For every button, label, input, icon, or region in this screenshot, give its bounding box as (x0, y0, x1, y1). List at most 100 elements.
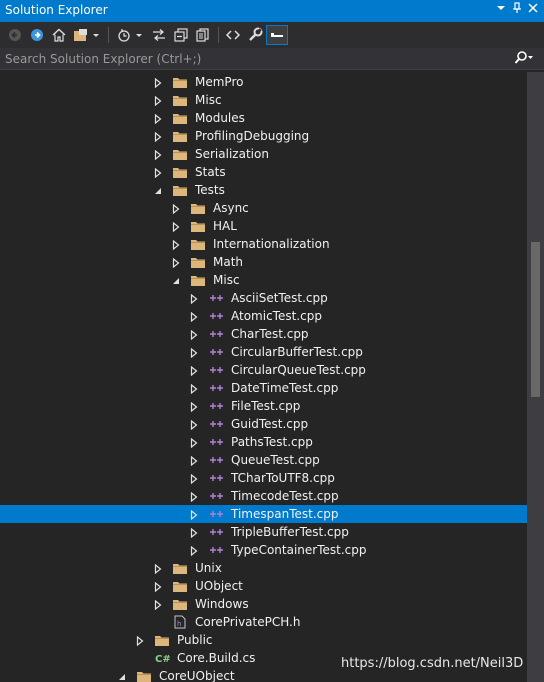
search-box[interactable] (0, 48, 544, 70)
tree-item[interactable]: Windows (0, 595, 527, 613)
collapsed-arrow-icon[interactable] (153, 581, 163, 593)
collapsed-arrow-icon[interactable] (171, 239, 181, 251)
collapsed-arrow-icon[interactable] (189, 491, 199, 503)
back-icon[interactable] (5, 25, 25, 45)
tree-item[interactable]: CharTest.cpp (0, 325, 527, 343)
tree-item[interactable]: FileTest.cpp (0, 397, 527, 415)
collapsed-arrow-icon[interactable] (153, 77, 163, 89)
show-all-files-icon[interactable] (193, 25, 213, 45)
dropdown-icon[interactable] (493, 2, 509, 18)
collapsed-arrow-icon[interactable] (153, 167, 163, 179)
toolbar-separator (218, 27, 219, 43)
collapsed-arrow-icon[interactable] (189, 401, 199, 413)
close-icon[interactable] (525, 2, 541, 18)
collapsed-arrow-icon[interactable] (189, 365, 199, 377)
tree-item[interactable]: TypeContainerTest.cpp (0, 541, 527, 559)
tree-item[interactable]: DateTimeTest.cpp (0, 379, 527, 397)
tree-item[interactable]: TimespanTest.cpp (0, 505, 527, 523)
tree-item-label: AtomicTest.cpp (231, 309, 322, 323)
tree-item[interactable]: GuidTest.cpp (0, 415, 527, 433)
collapsed-arrow-icon[interactable] (153, 599, 163, 611)
collapsed-arrow-icon[interactable] (189, 455, 199, 467)
tree-item[interactable]: CircularBufferTest.cpp (0, 343, 527, 361)
tree-item[interactable]: MemPro (0, 73, 527, 91)
tree-item[interactable]: Internationalization (0, 235, 527, 253)
collapsed-arrow-icon[interactable] (135, 635, 145, 647)
search-icon[interactable] (514, 51, 534, 68)
tree-item[interactable]: PathsTest.cpp (0, 433, 527, 451)
collapse-all-icon[interactable] (171, 25, 191, 45)
sync-active-document-icon[interactable] (149, 25, 169, 45)
folder-icon (136, 669, 152, 682)
vertical-scrollbar[interactable] (527, 72, 544, 682)
tree-item[interactable]: TimecodeTest.cpp (0, 487, 527, 505)
cpp-file-icon (208, 453, 224, 467)
tree-item[interactable]: h CorePrivatePCH.h (0, 613, 527, 631)
switch-views-icon[interactable] (72, 25, 102, 45)
tree-item-label: TimespanTest.cpp (231, 507, 339, 521)
search-input[interactable] (0, 48, 510, 69)
folder-icon (172, 579, 188, 593)
tree-item[interactable]: Serialization (0, 145, 527, 163)
tree-item-label: Misc (195, 93, 222, 107)
tree-item[interactable]: Misc (0, 271, 527, 289)
properties-icon[interactable] (245, 25, 265, 45)
tree-item[interactable]: Modules (0, 109, 527, 127)
pending-changes-filter-icon[interactable] (116, 25, 146, 45)
tree-item[interactable]: UObject (0, 577, 527, 595)
collapsed-arrow-icon[interactable] (189, 527, 199, 539)
tree-item[interactable]: Public (0, 631, 527, 649)
collapsed-arrow-icon[interactable] (171, 221, 181, 233)
tree-item[interactable]: AsciiSetTest.cpp (0, 289, 527, 307)
tree-item[interactable]: Math (0, 253, 527, 271)
preview-selected-items-icon[interactable] (266, 25, 288, 45)
collapsed-arrow-icon[interactable] (171, 257, 181, 269)
tree-item-label: CharTest.cpp (231, 327, 309, 341)
folder-icon (190, 219, 206, 233)
collapsed-arrow-icon[interactable] (189, 329, 199, 341)
view-code-icon[interactable] (223, 25, 243, 45)
tree-item[interactable]: TripleBufferTest.cpp (0, 523, 527, 541)
collapsed-arrow-icon[interactable] (189, 383, 199, 395)
tree-item[interactable]: TCharToUTF8.cpp (0, 469, 527, 487)
collapsed-arrow-icon[interactable] (153, 131, 163, 143)
collapsed-arrow-icon[interactable] (189, 509, 199, 521)
collapsed-arrow-icon[interactable] (171, 203, 181, 215)
collapsed-arrow-icon[interactable] (189, 545, 199, 557)
collapsed-arrow-icon[interactable] (153, 113, 163, 125)
collapsed-arrow-icon[interactable] (153, 95, 163, 107)
tree-item[interactable]: HAL (0, 217, 527, 235)
tree-item[interactable]: ProfilingDebugging (0, 127, 527, 145)
collapsed-arrow-icon[interactable] (189, 347, 199, 359)
tree-item[interactable]: CircularQueueTest.cpp (0, 361, 527, 379)
tree-item-label: Tests (195, 183, 225, 197)
expanded-arrow-icon[interactable] (117, 671, 127, 681)
forward-icon[interactable] (27, 25, 47, 45)
tree-item-label: Internationalization (213, 237, 330, 251)
tree-item[interactable]: Stats (0, 163, 527, 181)
collapsed-arrow-icon[interactable] (189, 419, 199, 431)
home-icon[interactable] (49, 25, 69, 45)
collapsed-arrow-icon[interactable] (189, 473, 199, 485)
tree-item[interactable]: Misc (0, 91, 527, 109)
tree-item[interactable]: QueueTest.cpp (0, 451, 527, 469)
tree-item-label: Misc (213, 273, 240, 287)
tree-item[interactable]: Async (0, 199, 527, 217)
tree-item[interactable]: Unix (0, 559, 527, 577)
pin-icon[interactable] (509, 2, 525, 18)
tree-item[interactable]: AtomicTest.cpp (0, 307, 527, 325)
scrollbar-thumb[interactable] (531, 242, 540, 397)
collapsed-arrow-icon[interactable] (189, 311, 199, 323)
expanded-arrow-icon[interactable] (153, 185, 163, 195)
collapsed-arrow-icon[interactable] (189, 437, 199, 449)
collapsed-arrow-icon[interactable] (153, 149, 163, 161)
cpp-file-icon (208, 435, 224, 449)
tree-item-label: CoreUObject (159, 669, 235, 682)
collapsed-arrow-icon[interactable] (189, 293, 199, 305)
tree-item[interactable]: Tests (0, 181, 527, 199)
expanded-arrow-icon[interactable] (171, 275, 181, 285)
tree-item-label: TimecodeTest.cpp (231, 489, 339, 503)
tree-item-label: QueueTest.cpp (231, 453, 320, 467)
collapsed-arrow-icon[interactable] (153, 563, 163, 575)
tree-item-label: Async (213, 201, 249, 215)
